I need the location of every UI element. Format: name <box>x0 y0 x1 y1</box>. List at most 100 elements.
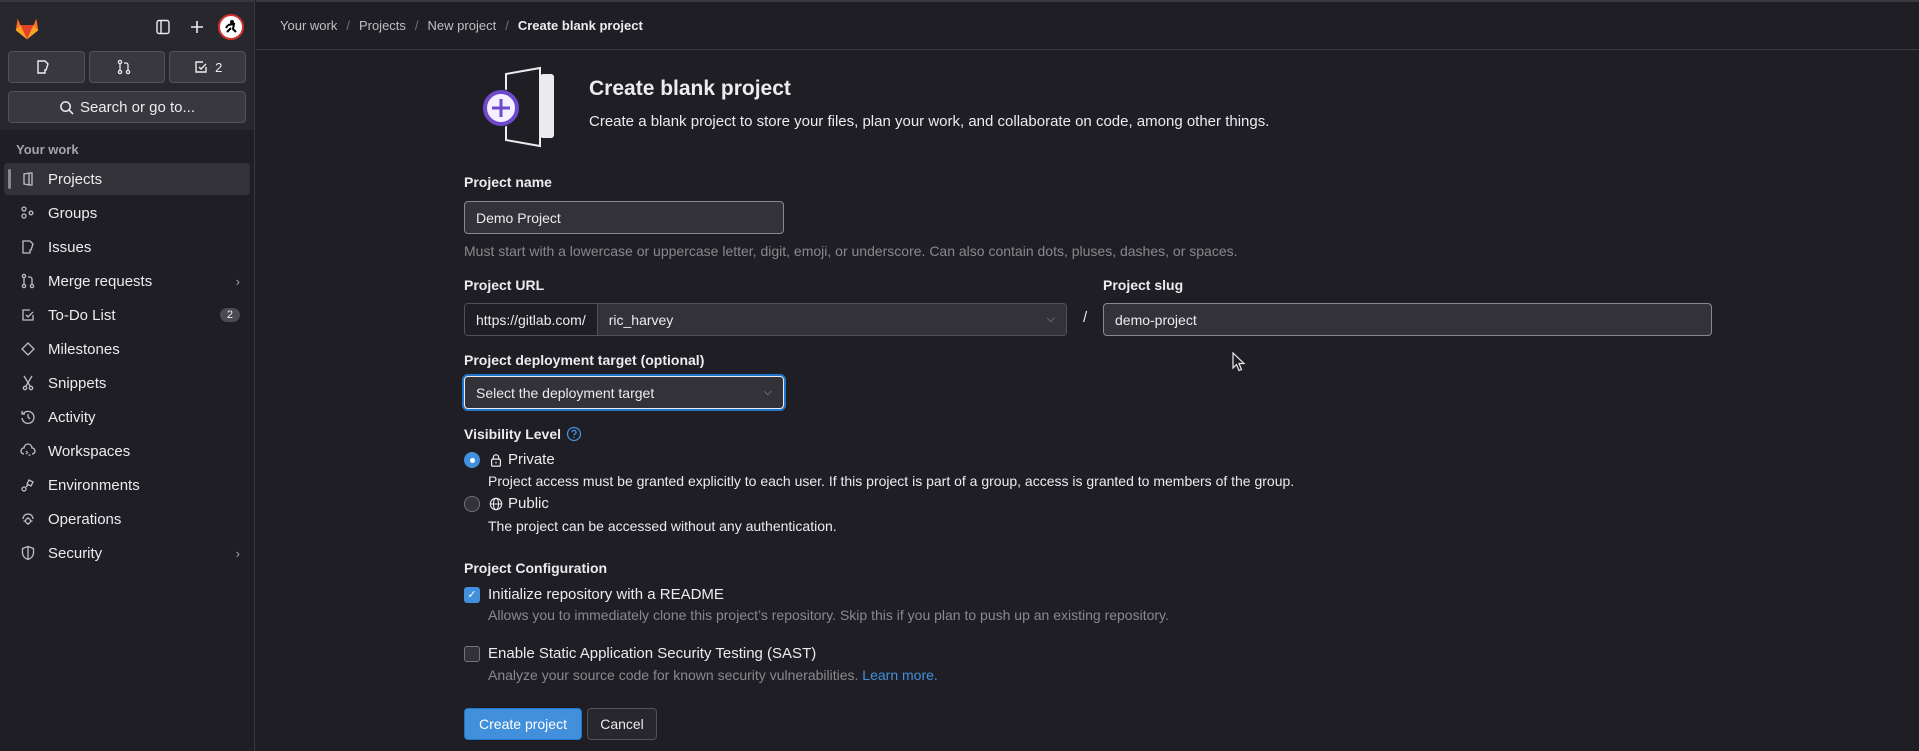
breadcrumb-current[interactable]: Create blank project <box>518 18 643 33</box>
plus-icon <box>191 21 203 33</box>
issues-icon <box>20 239 36 255</box>
sidebar: 2 Search or go to... Your work Projects … <box>0 0 255 751</box>
url-separator: / <box>1083 309 1088 326</box>
sidebar-item-label: Snippets <box>48 374 107 392</box>
sidebar-nav: Projects Groups Issues Merge requests › … <box>0 163 254 569</box>
sidebar-item-label: To-Do List <box>48 306 116 324</box>
issues-icon <box>37 60 50 74</box>
blank-project-illustration-icon <box>482 66 554 148</box>
todo-badge: 2 <box>219 308 240 322</box>
breadcrumb: Your work / Projects / New project / Cre… <box>256 0 1919 50</box>
visibility-option-private[interactable]: Private <box>464 451 555 468</box>
search-icon <box>60 100 74 115</box>
chevron-down-icon: ⌵ <box>763 386 772 398</box>
sidebar-item-operations[interactable]: Operations <box>4 503 250 535</box>
merge-request-icon <box>117 59 131 75</box>
sidebar-item-label: Projects <box>48 170 103 188</box>
sidebar-item-projects[interactable]: Projects <box>4 163 250 195</box>
create-project-button[interactable]: Create project <box>464 708 582 740</box>
public-description: The project can be accessed without any … <box>488 518 837 534</box>
mouse-cursor-icon <box>1232 352 1246 372</box>
sidebar-header: 2 Search or go to... <box>0 2 254 130</box>
project-name-input[interactable]: Demo Project <box>464 201 784 234</box>
help-icon[interactable] <box>566 426 582 442</box>
globe-icon <box>488 496 504 512</box>
sidebar-item-groups[interactable]: Groups <box>4 197 250 229</box>
merge-requests-counter-button[interactable] <box>88 51 166 83</box>
sidebar-item-environments[interactable]: Environments <box>4 469 250 501</box>
project-slug-input[interactable]: demo-project <box>1103 303 1712 336</box>
sidebar-item-workspaces[interactable]: Workspaces <box>4 435 250 467</box>
cancel-button[interactable]: Cancel <box>587 708 657 740</box>
issues-counter-button[interactable] <box>8 51 85 83</box>
readme-label: Initialize repository with a README <box>488 586 724 603</box>
readme-option[interactable]: ✓ Initialize repository with a README <box>464 586 724 603</box>
project-configuration-label: Project Configuration <box>464 560 608 576</box>
todo-icon <box>20 307 36 323</box>
create-new-button[interactable] <box>182 12 212 42</box>
public-label: Public <box>508 495 549 512</box>
deployment-target-value: Select the deployment target <box>476 384 655 401</box>
page-title: Create blank project <box>589 77 791 100</box>
sast-checkbox[interactable] <box>464 645 480 662</box>
sast-description-text: Analyze your source code for known secur… <box>488 667 859 683</box>
visibility-option-public[interactable]: Public <box>464 495 549 512</box>
sidebar-item-label: Security <box>48 544 103 562</box>
readme-description: Allows you to immediately clone this pro… <box>488 607 1169 623</box>
public-radio[interactable] <box>464 495 480 512</box>
lock-icon <box>488 452 504 468</box>
project-name-help: Must start with a lowercase or uppercase… <box>464 243 1238 259</box>
sidebar-item-milestones[interactable]: Milestones <box>4 333 250 365</box>
sidebar-item-merge-requests[interactable]: Merge requests › <box>4 265 250 297</box>
sidebar-item-snippets[interactable]: Snippets <box>4 367 250 399</box>
breadcrumb-new-project[interactable]: New project <box>428 18 497 33</box>
app-root: 2 Search or go to... Your work Projects … <box>0 0 1919 751</box>
toggle-sidebar-button[interactable] <box>148 12 178 42</box>
search-button[interactable]: Search or go to... <box>8 91 246 123</box>
environment-icon <box>20 477 36 493</box>
sast-description: Analyze your source code for known secur… <box>488 667 938 683</box>
private-radio[interactable] <box>464 451 480 468</box>
private-description: Project access must be granted explicitl… <box>488 473 1295 489</box>
sidebar-item-label: Groups <box>48 204 98 222</box>
shield-icon <box>20 545 36 561</box>
snippet-icon <box>20 375 36 391</box>
sast-label: Enable Static Application Security Testi… <box>488 645 817 662</box>
gitlab-logo-icon[interactable] <box>12 12 42 42</box>
project-url-label: Project URL <box>464 277 545 293</box>
sidebar-item-label: Milestones <box>48 340 120 358</box>
sidebar-item-label: Merge requests <box>48 272 153 290</box>
sidebar-item-label: Operations <box>48 510 122 528</box>
operations-icon <box>20 511 36 527</box>
sidebar-item-security[interactable]: Security › <box>4 537 250 569</box>
breadcrumb-projects[interactable]: Projects <box>359 18 406 33</box>
visibility-level-text: Visibility Level <box>464 426 562 442</box>
breadcrumb-your-work[interactable]: Your work <box>280 18 337 33</box>
group-icon <box>20 205 36 221</box>
sast-option[interactable]: Enable Static Application Security Testi… <box>464 645 816 662</box>
breadcrumb-separator: / <box>414 18 419 33</box>
project-slug-label: Project slug <box>1103 277 1184 293</box>
namespace-dropdown[interactable]: ric_harvey ⌵ <box>597 304 1066 335</box>
sidebar-item-todo-list[interactable]: To-Do List 2 <box>4 299 250 331</box>
history-icon <box>20 409 36 425</box>
learn-more-link[interactable]: Learn more. <box>862 667 937 683</box>
sidebar-item-issues[interactable]: Issues <box>4 231 250 263</box>
readme-checkbox[interactable]: ✓ <box>464 586 480 603</box>
visibility-level-label: Visibility Level <box>464 426 582 442</box>
todo-icon <box>195 61 207 73</box>
deployment-target-label: Project deployment target (optional) <box>464 352 705 368</box>
deployment-target-select[interactable]: Select the deployment target ⌵ <box>464 376 784 409</box>
project-url-group: https://gitlab.com/ ric_harvey ⌵ <box>464 303 1067 336</box>
todo-count: 2 <box>215 59 223 75</box>
todo-counter-button[interactable]: 2 <box>169 51 247 83</box>
breadcrumb-separator: / <box>505 18 509 33</box>
project-url-prefix: https://gitlab.com/ <box>465 304 598 335</box>
sidebar-item-label: Workspaces <box>48 442 131 460</box>
sidebar-item-activity[interactable]: Activity <box>4 401 250 433</box>
sidebar-icon <box>156 19 170 35</box>
user-avatar[interactable] <box>218 14 244 40</box>
merge-request-icon <box>20 273 36 289</box>
namespace-value: ric_harvey <box>608 311 674 328</box>
project-name-label: Project name <box>464 174 552 190</box>
